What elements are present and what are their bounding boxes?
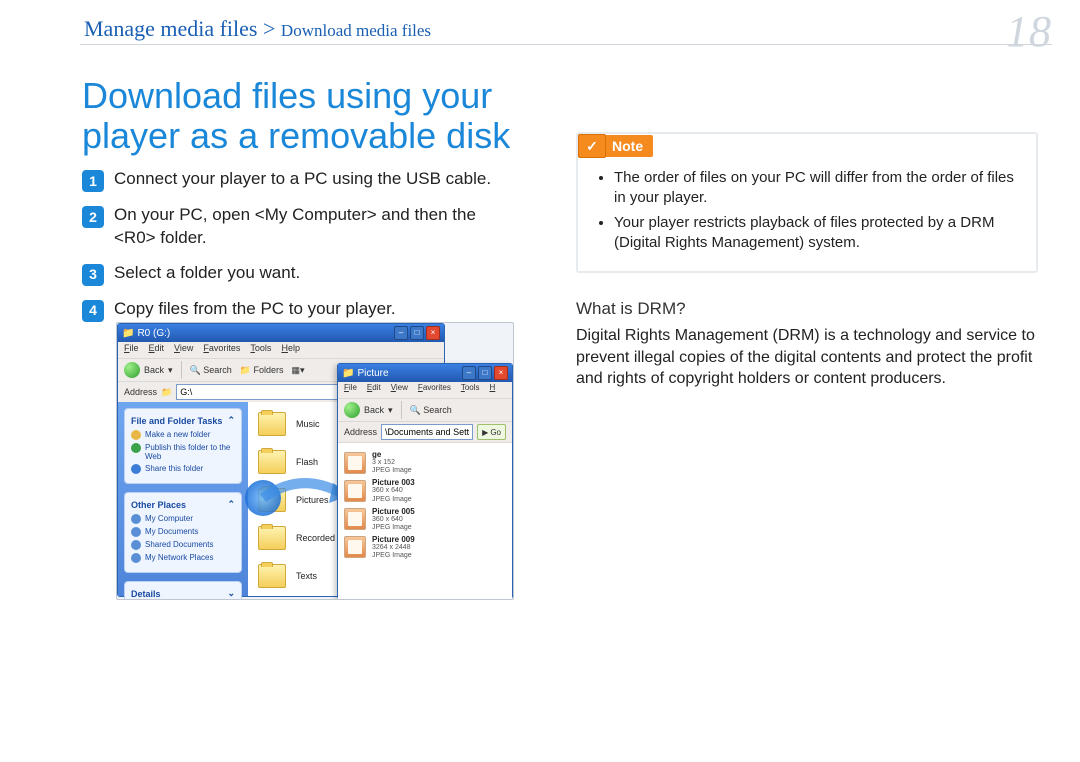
close-icon: × [494,366,508,380]
panel-details: Details⌄ [124,581,242,600]
titlebar: 📁R0 (G:) – □ × [118,324,444,342]
minimize-icon: – [394,326,408,340]
task-icon [131,443,141,453]
check-icon [578,134,606,158]
chevron-up-icon: ⌃ [227,499,235,510]
minimize-icon: – [462,366,476,380]
picture-list: ge3 x 152JPEG Image Picture 003360 x 640… [338,443,512,600]
maximize-icon: □ [478,366,492,380]
image-icon [344,536,366,558]
step-1: 1Connect your player to a PC using the U… [82,168,514,192]
folder-icon [258,488,286,512]
explorer-window-picture: 📁Picture – □ × File Edit View Favorites … [337,363,513,599]
breadcrumb-sub: Download media files [281,21,431,40]
place-icon [131,553,141,563]
breadcrumb: Manage media files > Download media file… [84,16,431,42]
go-button: ▶ Go [477,424,506,440]
step-4: 4Copy files from the PC to your player. [82,298,514,322]
note-box: Note The order of files on your PC will … [576,132,1038,273]
toolbar: Back ▾ 🔍 Search [338,399,512,422]
step-3: 3Select a folder you want. [82,262,514,286]
folder-icon: 📁 [342,368,354,379]
explorer-screenshot: 📁R0 (G:) – □ × File Edit View Favorites … [116,322,514,600]
menubar: File Edit View Favorites Tools H [338,382,512,399]
folder-icon [258,526,286,550]
folder-icon [258,412,286,436]
maximize-icon: □ [410,326,424,340]
sidebar: File and Folder Tasks⌃ Make a new folder… [118,402,248,596]
place-icon [131,514,141,524]
chevron-down-icon: ⌄ [227,588,235,599]
back-icon [124,362,140,378]
close-icon: × [426,326,440,340]
image-icon [344,452,366,474]
drive-icon: 📁 [161,387,172,398]
note-item: The order of files on your PC will diffe… [614,168,1018,209]
folder-icon [258,450,286,474]
address-input [381,424,473,440]
place-icon [131,540,141,550]
addressbar: Address ▶ Go [338,422,512,443]
step-badge: 4 [82,300,104,322]
task-icon [131,464,141,474]
step-2: 2On your PC, open <My Computer> and then… [82,204,514,250]
note-badge: Note [578,134,653,158]
note-item: Your player restricts playback of files … [614,213,1018,254]
step-badge: 2 [82,206,104,228]
image-icon [344,480,366,502]
back-icon [344,402,360,418]
drive-icon: 📁 [122,328,134,339]
image-icon [344,508,366,530]
titlebar: 📁Picture – □ × [338,364,512,382]
page-title: Download files using your player as a re… [82,76,510,155]
chevron-up-icon: ⌃ [227,415,235,426]
menubar: File Edit View Favorites Tools Help [118,342,444,359]
step-badge: 1 [82,170,104,192]
page-number: 18 [1006,6,1052,57]
folder-icon [258,564,286,588]
task-icon [131,430,141,440]
step-badge: 3 [82,264,104,286]
panel-other-places: Other Places⌃ My Computer My Documents S… [124,492,242,573]
breadcrumb-main: Manage media files [84,16,258,41]
drm-heading: What is DRM? [576,299,1038,319]
header-rule [80,44,1052,45]
views-icon: ▦▾ [292,365,305,376]
drm-body: Digital Rights Management (DRM) is a tec… [576,325,1038,390]
place-icon [131,527,141,537]
panel-file-tasks: File and Folder Tasks⌃ Make a new folder… [124,408,242,484]
steps-list: 1Connect your player to a PC using the U… [82,168,514,322]
